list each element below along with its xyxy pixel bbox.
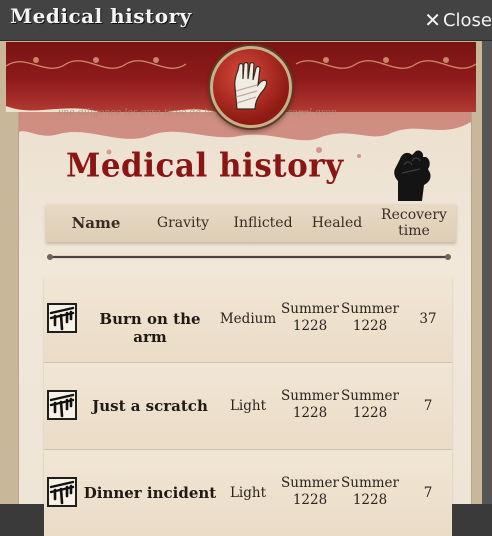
column-header-name[interactable]: Name <box>46 204 146 242</box>
medical-emblem <box>210 46 292 128</box>
page-title: Medical history <box>66 147 344 185</box>
wound-icon <box>47 390 77 420</box>
injury-recovery-time: 37 <box>419 311 437 327</box>
column-header-healed[interactable]: Healed <box>304 204 370 242</box>
window-title-bar: Medical history ✕ Close <box>0 0 492 41</box>
injury-recovery-time: 7 <box>423 398 433 414</box>
injury-name: Dinner incident <box>83 484 217 502</box>
injury-gravity: Medium <box>219 311 277 327</box>
injury-inflicted: Summer 1228 <box>281 388 339 421</box>
column-header-recovery-time[interactable]: Recovery time <box>376 204 452 242</box>
close-button[interactable]: ✕ Close <box>424 8 492 32</box>
injury-name: Burn on the arm <box>99 310 201 346</box>
injury-inflicted: Summer 1228 <box>281 301 339 334</box>
bandaged-hand-icon <box>234 61 268 110</box>
injury-healed: Summer 1228 <box>341 388 399 421</box>
history-row[interactable]: Just a scratch Light Summer 1228 Summer 122… <box>44 363 452 449</box>
injury-gravity: Light <box>229 485 267 501</box>
column-header-inflicted[interactable]: Inflicted <box>228 204 298 242</box>
injury-name: Just a scratch <box>92 397 208 415</box>
injury-healed: Summer 1228 <box>341 301 399 334</box>
wound-icon <box>47 477 77 507</box>
wound-icon <box>47 303 77 333</box>
faint-script-text: vne diligence les erra tiree de la sante… <box>58 108 337 118</box>
window-title: Medical history <box>10 4 192 28</box>
injury-gravity: Light <box>229 398 267 414</box>
column-header-gravity[interactable]: Gravity <box>150 204 216 242</box>
history-row[interactable]: Dinner incident Light Summer 1228 Summer 12… <box>44 450 452 536</box>
column-header-strip: Name Gravity Inflicted Healed Recovery t… <box>46 204 456 242</box>
window-edge <box>482 41 492 504</box>
injury-recovery-time: 7 <box>423 485 433 501</box>
close-icon: ✕ <box>424 8 441 32</box>
close-label: Close <box>442 9 492 31</box>
clenched-fist-icon <box>394 150 431 201</box>
divider-rod <box>47 254 451 260</box>
history-row[interactable]: Burn on the arm Medium Summer 1228 Summer 1… <box>44 276 452 362</box>
